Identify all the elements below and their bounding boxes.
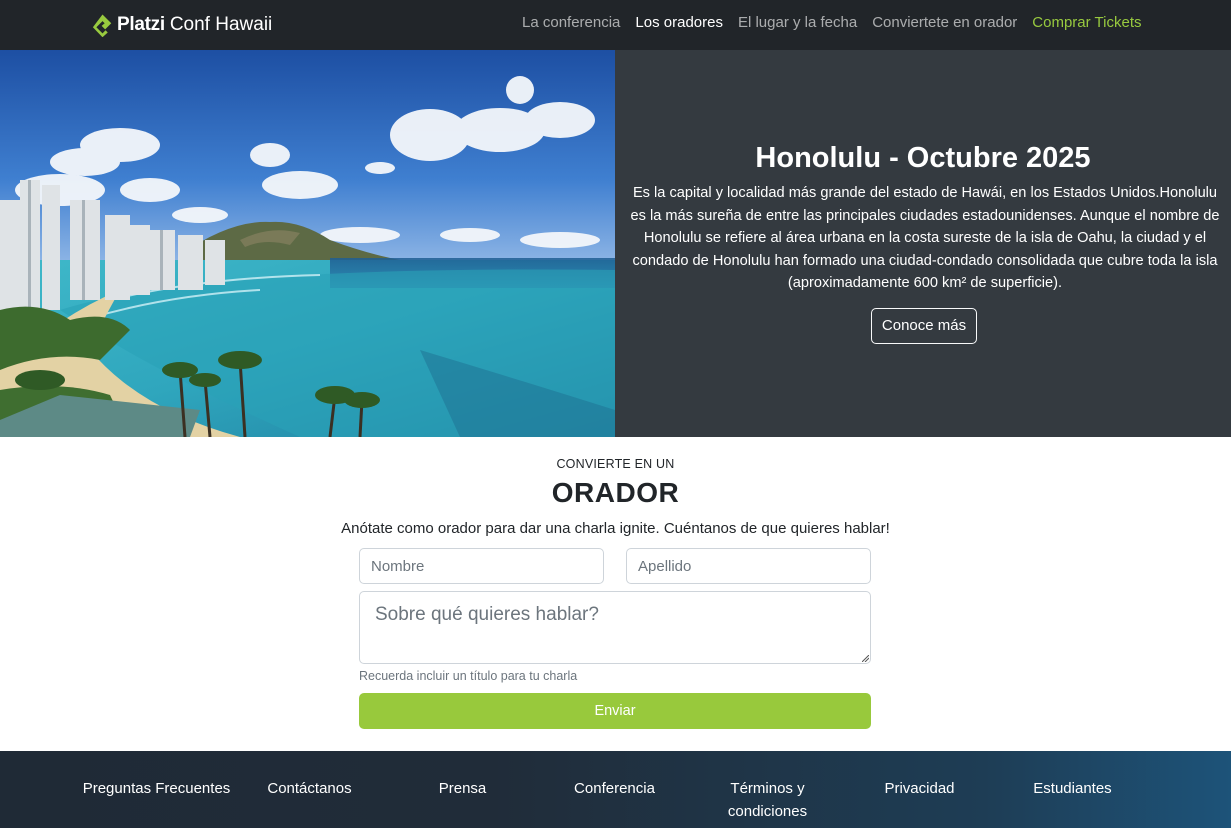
speaker-title: ORADOR: [551, 477, 680, 508]
footer-link-conferencia[interactable]: Conferencia: [538, 777, 691, 800]
navbar: Platzi Conf Hawaii La conferencia Los or…: [0, 0, 1231, 50]
platzi-logo-icon: [92, 14, 112, 37]
speaker-kicker: CONVIERTE EN UN: [556, 457, 675, 471]
nav-link-conviertete-orador[interactable]: Conviertete en orador: [872, 13, 1017, 33]
nav-link-comprar-tickets[interactable]: Comprar Tickets: [1032, 13, 1141, 33]
brand-conf-text: Conf Hawaii: [169, 14, 273, 35]
speaker-signup-section: CONVIERTE EN UN ORADOR Anótate como orad…: [0, 437, 1231, 751]
talk-topic-textarea[interactable]: [359, 591, 871, 664]
footer-link-prensa[interactable]: Prensa: [386, 777, 539, 800]
hero-description: Es la capital y localidad más grande del…: [630, 185, 1220, 291]
honolulu-beach-image: [0, 50, 615, 437]
footer-link-terminos[interactable]: Términos y condiciones: [691, 777, 844, 823]
nav-link-conferencia[interactable]: La conferencia: [522, 13, 620, 33]
brand-platzi-text: Platzi: [117, 14, 165, 35]
conoce-mas-button[interactable]: Conoce más: [871, 308, 977, 344]
footer-link-privacidad[interactable]: Privacidad: [843, 777, 996, 800]
speaker-description: Anótate como orador para dar una charla …: [341, 520, 890, 537]
footer-link-estudiantes[interactable]: Estudiantes: [996, 777, 1149, 800]
footer: Preguntas Frecuentes Contáctanos Prensa …: [0, 751, 1231, 828]
footer-link-contactanos[interactable]: Contáctanos: [233, 777, 386, 800]
hero-info-panel: Honolulu - Octubre 2025 Es la capital y …: [615, 50, 1231, 437]
first-name-input[interactable]: [359, 548, 604, 584]
beach-photo-illustration: [0, 50, 615, 437]
main-nav: La conferencia Los oradores El lugar y l…: [522, 13, 1142, 33]
nav-link-lugar-fecha[interactable]: El lugar y la fecha: [738, 13, 857, 33]
last-name-input[interactable]: [626, 548, 871, 584]
enviar-button[interactable]: Enviar: [359, 693, 871, 729]
nav-link-oradores[interactable]: Los oradores: [635, 13, 723, 33]
brand-logo-link[interactable]: Platzi Conf Hawaii: [92, 11, 272, 39]
footer-link-preguntas-frecuentes[interactable]: Preguntas Frecuentes: [80, 777, 233, 800]
talk-topic-help-text: Recuerda incluir un título para tu charl…: [359, 669, 578, 683]
hero-title: Honolulu - Octubre 2025: [755, 142, 1091, 174]
resize-grip-icon[interactable]: [862, 655, 869, 662]
hero-section: Honolulu - Octubre 2025 Es la capital y …: [0, 50, 1231, 437]
